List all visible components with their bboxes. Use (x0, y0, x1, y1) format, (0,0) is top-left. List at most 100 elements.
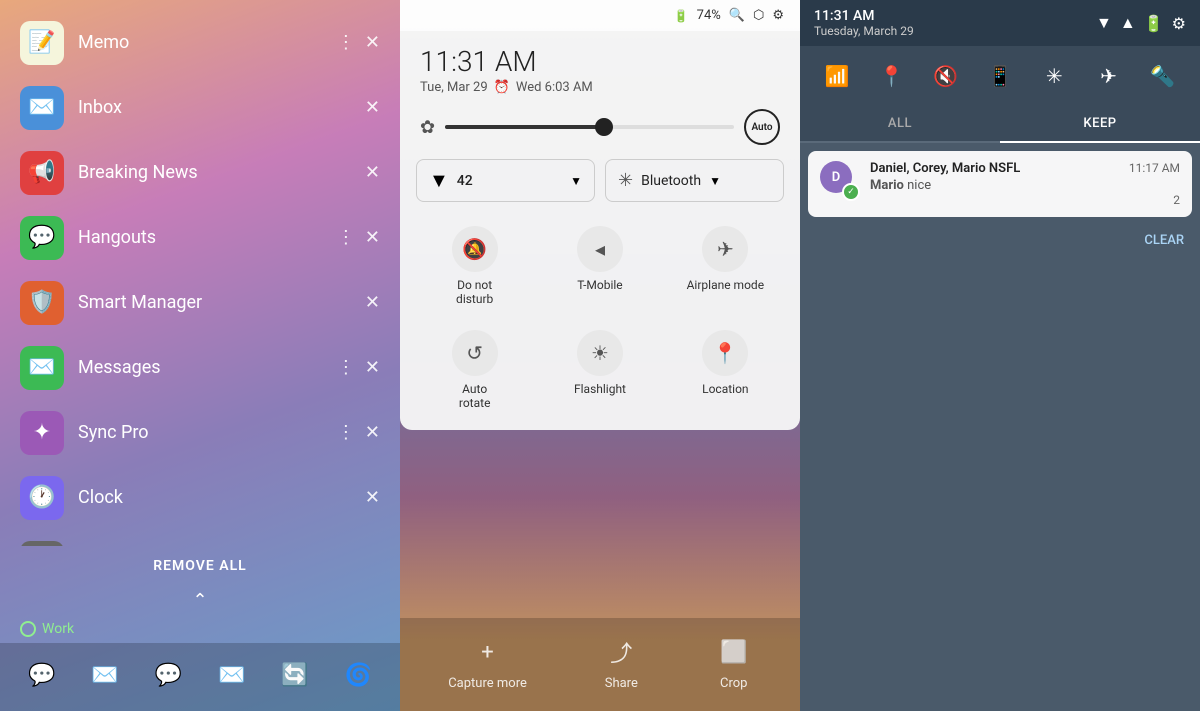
action-capture-more[interactable]: + Capture more (448, 634, 527, 691)
settings-icon[interactable]: ⚙ (772, 8, 784, 23)
resize-icon-messages[interactable]: ⋮ (337, 357, 355, 378)
battery-percent: 74% (697, 8, 721, 23)
wifi-icon: ▼ (429, 168, 449, 193)
tab-all[interactable]: ALL (800, 106, 1000, 141)
close-icon-inbox[interactable]: ✕ (365, 97, 380, 118)
wifi-name: 42 (457, 173, 562, 189)
tile-icon-airplane: ✈ (702, 226, 748, 272)
tile-flashlight[interactable]: ☀ Flashlight (541, 322, 658, 418)
display-icon[interactable]: ⬡ (753, 8, 764, 23)
notif-sender: Mario (870, 178, 904, 193)
dock-icon-4[interactable]: 🔄 (271, 651, 319, 699)
tile-t-mobile[interactable]: ◂ T-Mobile (541, 218, 658, 314)
bluetooth-label: Bluetooth (641, 173, 701, 189)
action-crop[interactable]: ⬜ Crop (716, 634, 752, 691)
app-item-inbox[interactable]: ✉️ Inbox ✕ (0, 75, 400, 140)
action-label-crop: Crop (720, 676, 747, 691)
app-controls-messages: ⋮ ✕ (337, 357, 380, 378)
app-controls-sync-pro: ⋮ ✕ (337, 422, 380, 443)
settings-status-icon[interactable]: ⚙ (1172, 14, 1186, 33)
quick-tiles: 🔕 Do notdisturb ◂ T-Mobile ✈ Airplane mo… (400, 214, 800, 430)
wifi-dropdown-icon[interactable]: ▼ (570, 174, 582, 188)
action-label-capture-more: Capture more (448, 676, 527, 691)
dock-icon-1[interactable]: ✉️ (81, 651, 129, 699)
tile-do-not-disturb[interactable]: 🔕 Do notdisturb (416, 218, 533, 314)
wifi-quick-icon[interactable]: 📶 (819, 58, 855, 94)
tile-label-do-not-disturb: Do notdisturb (456, 278, 493, 306)
app-item-breaking-news[interactable]: 📢 Breaking News ✕ (0, 140, 400, 205)
app-icon-hangouts: 💬 (20, 216, 64, 260)
action-share[interactable]: ⤴ Share (603, 634, 639, 691)
app-name-messages: Messages (78, 357, 337, 378)
bluetooth-quick-icon[interactable]: ✳ (1036, 58, 1072, 94)
app-item-memo[interactable]: 📝 Memo ⋮ ✕ (0, 10, 400, 75)
close-icon-smart-manager[interactable]: ✕ (365, 292, 380, 313)
tile-auto-rotate[interactable]: ↺ Autorotate (416, 322, 533, 418)
app-icon-messages: ✉️ (20, 346, 64, 390)
quick-icons-bar: 📶 📍 🔇 📱 ✳ ✈ 🔦 (800, 46, 1200, 106)
battery-icon: 🔋 (674, 9, 689, 23)
resize-icon-hangouts[interactable]: ⋮ (337, 227, 355, 248)
tile-airplane[interactable]: ✈ Airplane mode (667, 218, 784, 314)
close-icon-sync-pro[interactable]: ✕ (365, 422, 380, 443)
close-icon-breaking-news[interactable]: ✕ (365, 162, 380, 183)
app-controls-hangouts: ⋮ ✕ (337, 227, 380, 248)
app-item-hangouts[interactable]: 💬 Hangouts ⋮ ✕ (0, 205, 400, 270)
work-label: Work (0, 615, 400, 643)
notification-item[interactable]: D ✓ Daniel, Corey, Mario NSFL 11:17 AM M… (808, 151, 1192, 217)
right-date: Tuesday, March 29 (814, 24, 914, 38)
resize-icon-memo[interactable]: ⋮ (337, 32, 355, 53)
brightness-row: ✿ Auto (400, 103, 800, 155)
app-icon-sync-pro: ✦ (20, 411, 64, 455)
remove-all-button[interactable]: REMOVE ALL (0, 546, 400, 586)
tile-icon-t-mobile: ◂ (577, 226, 623, 272)
tile-location[interactable]: 📍 Location (667, 322, 784, 418)
dock-icon-3[interactable]: ✉️ (208, 651, 256, 699)
app-icon-smart-manager: 🛡️ (20, 281, 64, 325)
signal-icon: ▲ (1120, 13, 1136, 33)
bluetooth-dropdown-icon[interactable]: ▼ (709, 174, 721, 188)
app-item-smart-manager[interactable]: 🛡️ Smart Manager ✕ (0, 270, 400, 335)
tab-keep[interactable]: KEEP (1000, 106, 1200, 143)
action-icon-share: ⤴ (603, 634, 639, 670)
location-quick-icon[interactable]: 📍 (873, 58, 909, 94)
screen-quick-icon[interactable]: 📱 (982, 58, 1018, 94)
resize-icon-sync-pro[interactable]: ⋮ (337, 422, 355, 443)
app-item-sync-pro[interactable]: ✦ Sync Pro ⋮ ✕ (0, 400, 400, 465)
brightness-slider[interactable] (445, 125, 734, 129)
dock-icon-2[interactable]: 💬 (144, 651, 192, 699)
airplane-quick-icon[interactable]: ✈ (1091, 58, 1127, 94)
app-item-messages[interactable]: ✉️ Messages ⋮ ✕ (0, 335, 400, 400)
tabs-bar: ALLKEEP (800, 106, 1200, 143)
flashlight-quick-icon[interactable]: 🔦 (1145, 58, 1181, 94)
action-icon-capture-more: + (470, 634, 506, 670)
status-icons: 🔋 74% 🔍 ⬡ ⚙ (674, 8, 784, 23)
right-time: 11:31 AM (814, 8, 914, 24)
alarm-time: Wed 6:03 AM (516, 80, 593, 95)
quick-settings-panel: 11:31 AM Tue, Mar 29 ⏰ Wed 6:03 AM ✿ Aut… (400, 31, 800, 430)
wifi-info: 42 (457, 173, 562, 189)
action-icon-crop: ⬜ (716, 634, 752, 670)
app-controls-breaking-news: ✕ (365, 162, 380, 183)
bluetooth-block[interactable]: ✳ Bluetooth ▼ (605, 159, 784, 202)
close-icon-clock[interactable]: ✕ (365, 487, 380, 508)
auto-badge[interactable]: Auto (744, 109, 780, 145)
dock-icon-0[interactable]: 💬 (18, 651, 66, 699)
mute-quick-icon[interactable]: 🔇 (928, 58, 964, 94)
chevron-up-icon[interactable]: ⌃ (0, 586, 400, 615)
search-icon[interactable]: 🔍 (729, 8, 745, 23)
dock-icon-5[interactable]: 🌀 (334, 651, 382, 699)
wifi-block[interactable]: ▼ 42 ▼ (416, 159, 595, 202)
bluetooth-icon: ✳ (618, 170, 633, 191)
tile-label-location: Location (702, 382, 748, 396)
notif-time: 11:17 AM (1129, 161, 1180, 175)
app-item-clock[interactable]: 🕐 Clock ✕ (0, 465, 400, 530)
app-item-settings[interactable]: ⚙️ Settings ✕ (0, 530, 400, 546)
tile-label-auto-rotate: Autorotate (459, 382, 491, 410)
bottom-actions: + Capture more ⤴ Share ⬜ Crop (400, 618, 800, 711)
close-icon-memo[interactable]: ✕ (365, 32, 380, 53)
clear-button[interactable]: CLEAR (800, 225, 1200, 256)
close-icon-messages[interactable]: ✕ (365, 357, 380, 378)
close-icon-hangouts[interactable]: ✕ (365, 227, 380, 248)
time-sub: Tue, Mar 29 ⏰ Wed 6:03 AM (420, 80, 780, 95)
